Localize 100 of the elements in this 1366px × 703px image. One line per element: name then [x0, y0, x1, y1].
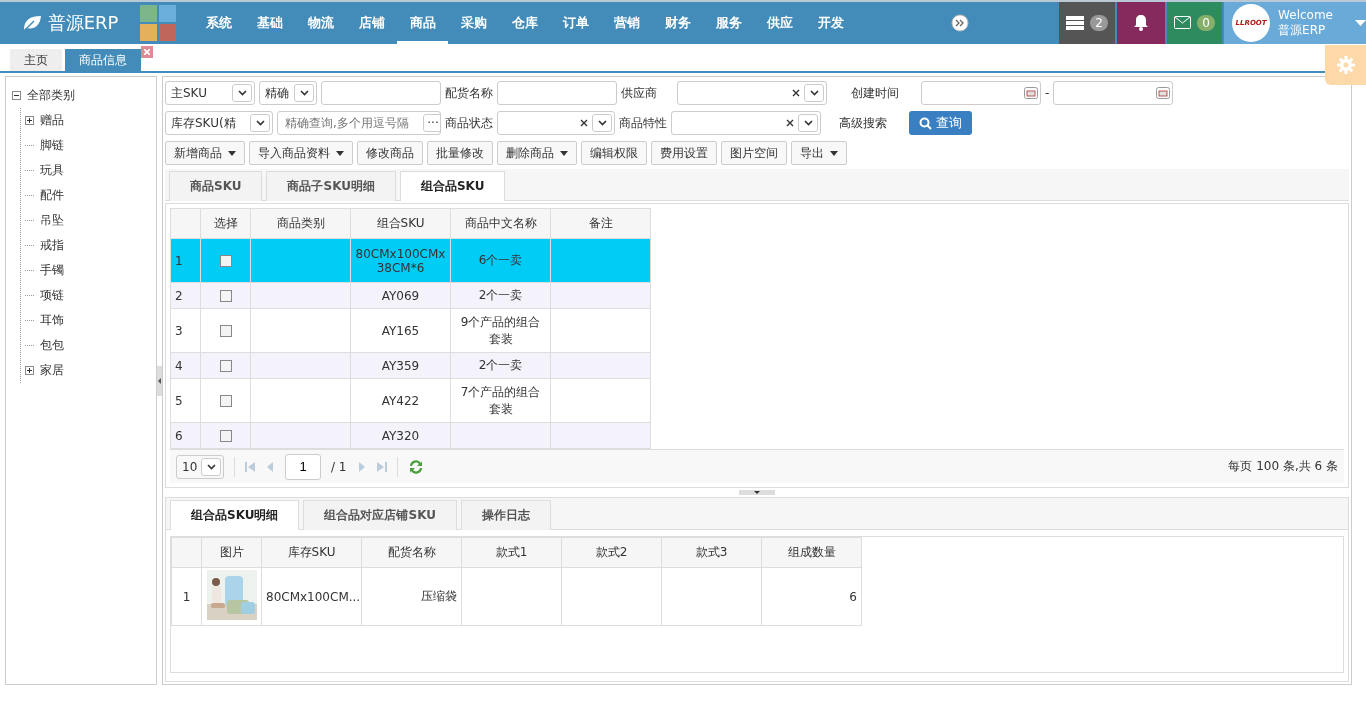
- clear-icon[interactable]: [786, 119, 794, 127]
- table-row[interactable]: 2 AY069 2个一卖: [170, 282, 651, 309]
- checkbox[interactable]: [219, 430, 232, 442]
- page-tab[interactable]: 主页: [10, 49, 62, 71]
- nav-item[interactable]: 服务: [703, 2, 754, 44]
- checkbox[interactable]: [219, 360, 232, 372]
- table-row[interactable]: 6 AY320: [170, 422, 651, 449]
- column-header[interactable]: 图片: [201, 537, 262, 568]
- dropdown-button[interactable]: [232, 84, 252, 102]
- collapse-handle-icon[interactable]: [157, 365, 162, 396]
- tree-item[interactable]: 包包: [40, 337, 64, 354]
- nav-item[interactable]: 供应: [754, 2, 805, 44]
- table-row[interactable]: 4 AY359 2个一卖: [170, 352, 651, 379]
- tree-item[interactable]: 吊坠: [40, 212, 64, 229]
- tree-item[interactable]: 耳饰: [40, 312, 64, 329]
- expand-handle-icon[interactable]: [739, 490, 775, 495]
- toolbar-button[interactable]: 编辑权限: [581, 141, 647, 165]
- nav-item[interactable]: 系统: [193, 2, 244, 44]
- input-field[interactable]: 精确查询,多个用逗号隔 ···: [277, 111, 441, 135]
- toolbar-button[interactable]: 修改商品: [357, 141, 423, 165]
- tree-item[interactable]: 家居: [40, 362, 64, 379]
- column-header[interactable]: 款式3: [661, 537, 762, 568]
- checkbox[interactable]: [219, 395, 232, 407]
- collapse-icon[interactable]: [12, 91, 21, 100]
- toolbar-button[interactable]: 批量修改: [427, 141, 493, 165]
- tab[interactable]: 商品SKU: [169, 171, 263, 201]
- column-header[interactable]: 商品中文名称: [450, 208, 551, 239]
- server-icon[interactable]: [1066, 15, 1085, 30]
- nav-item[interactable]: 商品: [397, 2, 448, 44]
- tab[interactable]: 操作日志: [460, 500, 551, 530]
- page-size-select[interactable]: 10: [176, 454, 224, 479]
- nav-item[interactable]: 开发: [805, 2, 856, 44]
- tree-item[interactable]: 项链: [40, 287, 64, 304]
- bell-icon[interactable]: [1133, 14, 1150, 32]
- select-field[interactable]: [497, 111, 615, 135]
- column-header[interactable]: 库存SKU: [261, 537, 362, 568]
- clear-icon[interactable]: [792, 89, 800, 97]
- nav-item[interactable]: 营销: [601, 2, 652, 44]
- more-button[interactable]: ···: [423, 114, 440, 132]
- nav-item[interactable]: 店铺: [346, 2, 397, 44]
- column-header[interactable]: 配货名称: [361, 537, 462, 568]
- nav-item[interactable]: 物流: [295, 2, 346, 44]
- calendar-icon[interactable]: [1024, 87, 1038, 99]
- toolbar-button[interactable]: 图片空间: [721, 141, 787, 165]
- nav-item[interactable]: 采购: [448, 2, 499, 44]
- tab[interactable]: 组合品对应店铺SKU: [303, 500, 457, 530]
- column-header[interactable]: 商品类别: [250, 208, 351, 239]
- checkbox[interactable]: [219, 255, 232, 267]
- search-button[interactable]: 查询: [909, 111, 972, 135]
- dropdown-button[interactable]: [798, 114, 818, 132]
- clear-icon[interactable]: [580, 119, 588, 127]
- column-header[interactable]: 款式1: [461, 537, 562, 568]
- input-field[interactable]: [497, 81, 617, 105]
- more-icon[interactable]: [951, 13, 969, 32]
- refresh-icon[interactable]: [407, 458, 424, 475]
- column-header[interactable]: 选择: [200, 208, 251, 239]
- input-field[interactable]: [321, 81, 441, 105]
- caret-icon[interactable]: [1355, 19, 1366, 26]
- toolbar-button[interactable]: 删除商品: [497, 141, 577, 165]
- select-field[interactable]: 精确: [259, 81, 317, 105]
- dropdown-button[interactable]: [201, 457, 221, 476]
- toolbar-button[interactable]: 新增商品: [165, 141, 245, 165]
- checkbox[interactable]: [219, 290, 232, 302]
- date-field[interactable]: [921, 81, 1041, 105]
- select-field[interactable]: [671, 111, 821, 135]
- column-header[interactable]: 组合SKU: [350, 208, 451, 239]
- calendar-icon[interactable]: [1156, 87, 1171, 99]
- tree-item[interactable]: 玩具: [40, 162, 64, 179]
- tree-item[interactable]: 脚链: [40, 137, 64, 154]
- tab[interactable]: 组合品SKU明细: [170, 500, 300, 530]
- dropdown-button[interactable]: [294, 84, 314, 102]
- table-row[interactable]: 1 80CMx100CMx 38CM*6 6个一卖: [170, 238, 651, 283]
- advanced-search-link[interactable]: 高级搜索: [839, 114, 887, 132]
- expand-icon[interactable]: [25, 116, 34, 125]
- toolbar-button[interactable]: 导出: [791, 141, 847, 165]
- nav-item[interactable]: 基础: [244, 2, 295, 44]
- table-row[interactable]: 5 AY422 7个产品的组合套装: [170, 378, 651, 423]
- select-field[interactable]: 主SKU: [165, 81, 255, 105]
- column-header[interactable]: 备注: [550, 208, 651, 239]
- dropdown-button[interactable]: [804, 84, 824, 102]
- nav-item[interactable]: 仓库: [499, 2, 550, 44]
- tab[interactable]: 商品子SKU明细: [266, 171, 396, 201]
- toolbar-button[interactable]: 费用设置: [651, 141, 717, 165]
- page-input[interactable]: 1: [285, 453, 321, 480]
- dropdown-button[interactable]: [250, 114, 270, 132]
- nav-item[interactable]: 订单: [550, 2, 601, 44]
- column-header[interactable]: 款式2: [561, 537, 662, 568]
- select-field[interactable]: 库存SKU(精: [165, 111, 273, 135]
- tree-item[interactable]: 全部类别: [27, 87, 75, 104]
- table-row[interactable]: 3 AY165 9个产品的组合套装: [170, 308, 651, 353]
- checkbox[interactable]: [219, 325, 232, 337]
- column-header[interactable]: 组成数量: [761, 537, 862, 568]
- toolbar-button[interactable]: 导入商品资料: [249, 141, 353, 165]
- nav-item[interactable]: 财务: [652, 2, 703, 44]
- expand-icon[interactable]: [25, 366, 34, 375]
- tree-item[interactable]: 配件: [40, 187, 64, 204]
- tree-item[interactable]: 戒指: [40, 237, 64, 254]
- app-grid-icon[interactable]: [140, 4, 176, 41]
- tree-item[interactable]: 赠品: [40, 112, 64, 129]
- dropdown-button[interactable]: [592, 114, 612, 132]
